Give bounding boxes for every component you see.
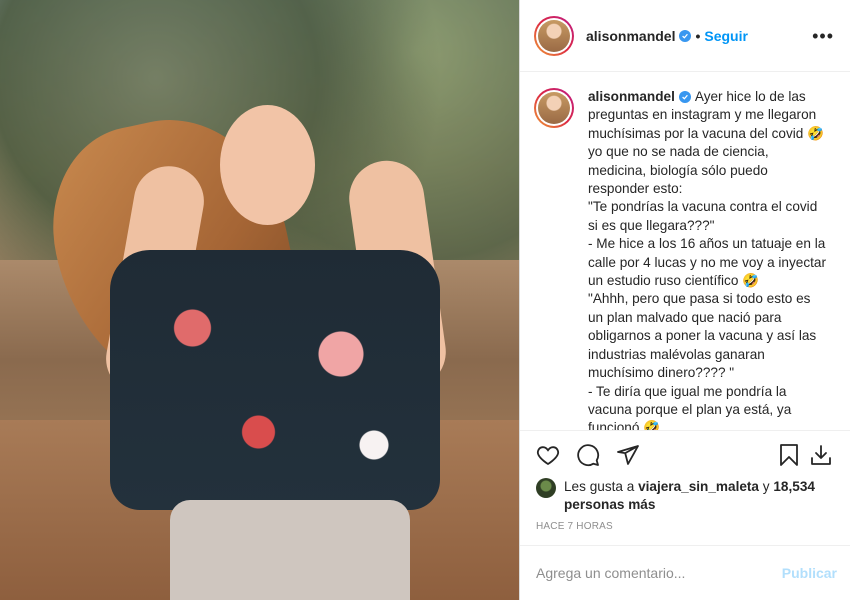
photo-face — [220, 105, 315, 225]
post-photo[interactable] — [0, 0, 519, 600]
caption-area: alisonmandel Ayer hice lo de las pregunta… — [520, 72, 850, 430]
caption-text: Ayer hice lo de las preguntas en instagr… — [588, 89, 827, 430]
follow-button[interactable]: Seguir — [704, 28, 748, 44]
likes-conjunction: y — [762, 479, 770, 494]
bookmark-icon[interactable] — [777, 442, 803, 468]
likes-prefix: Les gusta a — [564, 479, 635, 494]
instagram-post: alisonmandel • Seguir ••• alisonmandel Ay… — [0, 0, 850, 600]
caption-verified-badge-icon — [678, 91, 691, 103]
action-bar — [520, 430, 850, 478]
avatar-image — [538, 19, 570, 52]
post-header: alisonmandel • Seguir ••• — [520, 0, 850, 72]
download-icon[interactable] — [809, 442, 835, 468]
post-timestamp[interactable]: HACE 7 HORAS — [536, 521, 613, 532]
likes-summary: Les gusta a viajera_sin_maleta y 18,534 … — [536, 478, 841, 514]
avatar[interactable] — [534, 15, 574, 56]
caption-username[interactable]: alisonmandel — [588, 89, 675, 104]
comment-form: Publicar — [520, 545, 850, 600]
first-liker-link[interactable]: viajera_sin_maleta — [638, 479, 759, 494]
photo-floral-blouse — [110, 250, 440, 510]
verified-badge-icon — [679, 29, 692, 42]
more-options-icon[interactable]: ••• — [812, 27, 834, 45]
header-user: alisonmandel • Seguir — [586, 28, 748, 44]
separator-dot: • — [695, 27, 701, 44]
caption-avatar[interactable] — [534, 88, 574, 128]
post-side-panel: alisonmandel • Seguir ••• alisonmandel Ay… — [519, 0, 850, 600]
action-bar-right — [777, 442, 841, 468]
photo-pants — [170, 500, 410, 600]
speech-bubble-icon[interactable] — [576, 442, 602, 468]
comment-input[interactable] — [536, 565, 782, 581]
post-caption: alisonmandel Ayer hice lo de las pregunta… — [588, 88, 828, 430]
heart-icon[interactable] — [536, 442, 562, 468]
publish-button[interactable]: Publicar — [782, 565, 837, 581]
paper-plane-icon[interactable] — [616, 442, 642, 468]
username-link[interactable]: alisonmandel — [586, 28, 675, 44]
avatar-border — [536, 17, 572, 54]
liker-avatar[interactable] — [536, 478, 556, 498]
caption-avatar-border — [536, 90, 572, 126]
caption-avatar-image — [538, 92, 570, 124]
likes-text: Les gusta a viajera_sin_maleta y 18,534 … — [564, 478, 841, 514]
